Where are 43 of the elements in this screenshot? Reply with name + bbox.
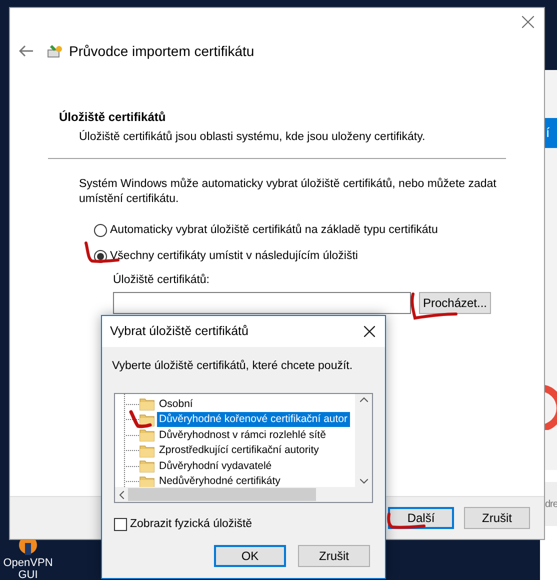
- dialog-title: Vybrat úložiště certifikátů: [110, 323, 248, 340]
- description-text: Systém Windows může automaticky vybrat úložiště certifikátů, nebo můžete zadat umístění certifikátu.: [79, 177, 498, 208]
- scroll-down-icon[interactable]: [360, 479, 368, 484]
- store-item[interactable]: Důvěryhodní vydavatelé: [157, 458, 274, 474]
- folder-icon: [139, 428, 155, 442]
- section-subtitle: Úložiště certifikátů jsou oblasti systému, kde jsou uloženy certifikáty.: [78, 129, 426, 145]
- checkbox-label: Zobrazit fyzická úložiště: [130, 517, 252, 532]
- browse-button[interactable]: Procházet...: [419, 292, 491, 314]
- dialog-prompt: Vyberte úložiště certifikátů, které chcete použít.: [111, 358, 354, 374]
- store-item[interactable]: Důvěryhodné kořenové certifikační autor: [157, 412, 350, 427]
- back-arrow-icon[interactable]: [19, 45, 33, 57]
- cancel-button[interactable]: Zrušit: [298, 544, 370, 566]
- checkbox[interactable]: [114, 518, 127, 532]
- close-icon[interactable]: [364, 326, 375, 337]
- window-title: Průvodce importem certifikátu: [69, 42, 254, 61]
- radio-option[interactable]: Automaticky vybrat úložiště certifikátů na základě typu certifikátu: [94, 222, 504, 240]
- store-item[interactable]: Důvěryhodnost v rámci rozlehlé sítě: [157, 428, 328, 442]
- next-button[interactable]: Další: [388, 507, 454, 529]
- horizontal-scrollbar[interactable]: [115, 487, 372, 502]
- desktop-icon-label[interactable]: OpenVPN: [3, 557, 53, 569]
- folder-icon: [139, 474, 155, 488]
- ok-button[interactable]: OK: [214, 544, 286, 566]
- folder-icon: [139, 444, 155, 458]
- desktop-icon-label[interactable]: GUI: [18, 569, 38, 580]
- scroll-up-icon[interactable]: [360, 397, 368, 402]
- folder-icon: [139, 397, 155, 411]
- store-field[interactable]: [113, 292, 411, 314]
- store-item[interactable]: Nedůvěryhodné certifikáty: [157, 474, 282, 488]
- vertical-scrollbar[interactable]: [355, 394, 372, 488]
- section-title: Úložiště certifikátů: [59, 109, 167, 126]
- cancel-button[interactable]: Zrušit: [464, 507, 530, 529]
- radio-button[interactable]: [94, 224, 107, 238]
- radio-option[interactable]: Všechny certifikáty umístit v následujícím úložišti: [94, 248, 504, 265]
- scroll-thumb[interactable]: [128, 488, 316, 502]
- scroll-left-icon[interactable]: [119, 490, 124, 499]
- field-label: Úložiště certifikátů:: [113, 272, 211, 288]
- store-list[interactable]: Osobní Důvěryhodné kořenové certifikační autor Důvěryhodnost v rámci rozlehlé sítě Zprostředkující certifikační autority Důvěryhodní vydavatelé Nedůvěryhodné certifikáty: [114, 393, 373, 504]
- annotation-mark: [128, 410, 152, 430]
- store-item[interactable]: Zprostředkující certifikační autority: [157, 443, 321, 458]
- certificate-icon: [47, 43, 63, 59]
- store-item[interactable]: Osobní: [157, 396, 195, 412]
- folder-icon: [139, 412, 155, 426]
- folder-icon: [139, 459, 155, 473]
